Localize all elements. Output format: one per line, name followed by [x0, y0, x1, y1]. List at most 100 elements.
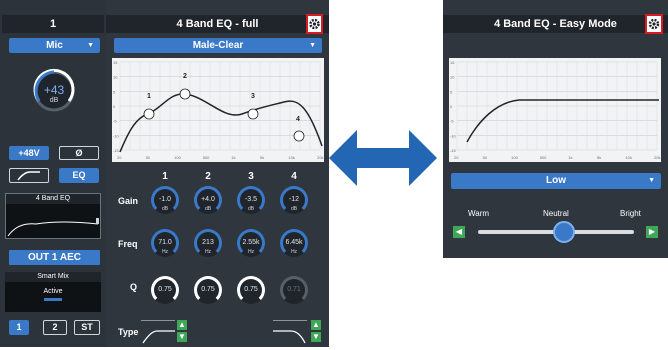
slider-thumb[interactable] — [552, 221, 575, 243]
phantom-power-button[interactable]: +48V — [9, 146, 49, 160]
band3-gain-value: -3.5 — [244, 196, 258, 203]
band1-freq-unit: Hz — [161, 249, 169, 255]
band1-gain-value: -1.0 — [158, 196, 172, 203]
band2-gain-knob[interactable]: +4.0 dB — [194, 186, 222, 214]
band2-q-value: 0.75 — [201, 286, 215, 293]
eq-band-number: 2 — [183, 73, 187, 80]
band3-gain-knob[interactable]: -3.5 dB — [237, 186, 265, 214]
x-tick-label: 10k — [625, 155, 631, 160]
band4-type-down[interactable]: ▼ — [311, 332, 321, 342]
band1-type-up[interactable]: ▲ — [177, 320, 187, 330]
band2-q-knob[interactable]: 0.75 — [194, 276, 222, 304]
smart-mix-box[interactable]: Smart Mix Active — [5, 272, 101, 312]
band4-q-knob[interactable]: 0.71 — [280, 276, 308, 304]
input-select[interactable]: Mic ▼ — [9, 38, 100, 53]
y-tick-label: 15 — [450, 60, 455, 65]
y-tick-label: -5 — [450, 119, 454, 124]
full-eq-settings-button[interactable] — [306, 14, 323, 34]
out-button[interactable]: OUT 1 AEC — [9, 250, 100, 265]
band1-q-knob[interactable]: 0.75 — [151, 276, 179, 304]
easy-mode-select[interactable]: Low ▼ — [451, 173, 661, 189]
low-shelf-icon — [142, 330, 175, 344]
easy-eq-settings-button[interactable] — [645, 14, 663, 34]
x-tick-label: 500 — [203, 155, 210, 160]
eq-band-number: 4 — [296, 116, 300, 123]
band1-type-down[interactable]: ▼ — [177, 332, 187, 342]
band1-q-value: 0.75 — [158, 286, 172, 293]
gear-icon — [309, 18, 320, 30]
x-tick-label: 20k — [317, 155, 323, 160]
chevron-down-icon: ▼ — [87, 42, 94, 49]
x-tick-label: 500 — [540, 155, 547, 160]
y-tick-label: 5 — [450, 89, 453, 94]
gain-row-label: Gain — [118, 196, 139, 206]
easy-mode-select-label: Low — [546, 175, 566, 186]
band4-gain-value: -12 — [288, 196, 300, 203]
x-tick-label: 5k — [260, 155, 264, 160]
hpf-button[interactable] — [9, 168, 49, 183]
bottom-button-st[interactable]: ST — [74, 320, 100, 335]
y-tick-label: 10 — [113, 75, 118, 80]
channel-title: 1 — [2, 15, 104, 33]
x-tick-label: 10k — [288, 155, 294, 160]
x-tick-label: 100 — [174, 155, 181, 160]
input-select-label: Mic — [46, 40, 63, 51]
eq-band-handle[interactable] — [247, 108, 259, 120]
band4-gain-knob[interactable]: -12 dB — [280, 186, 308, 214]
eq-button[interactable]: EQ — [59, 168, 99, 183]
y-tick-label: -15 — [450, 148, 457, 153]
band4-gain-unit: dB — [290, 206, 298, 212]
slider-label-bright: Bright — [620, 209, 641, 218]
phase-button[interactable]: Ø — [59, 146, 99, 160]
x-tick-label: 1k — [231, 155, 235, 160]
y-tick-label: -5 — [113, 119, 117, 124]
slider-step-right[interactable]: ▶ — [646, 226, 658, 238]
chevron-down-icon: ▼ — [309, 42, 316, 49]
gain-knob[interactable]: +43 dB — [31, 68, 77, 114]
eq-preview[interactable]: 4 Band EQ — [5, 193, 101, 239]
band4-type-preview — [273, 320, 307, 344]
double-arrow-icon — [329, 130, 437, 186]
slider-label-warm: Warm — [468, 209, 490, 218]
easy-eq-title: 4 Band EQ - Easy Mode — [443, 15, 668, 33]
gain-knob-unit: dB — [49, 97, 59, 104]
band-header-4: 4 — [291, 171, 297, 182]
band4-type-up[interactable]: ▲ — [311, 320, 321, 330]
eq-band-handle[interactable] — [143, 108, 155, 120]
band1-freq-value: 71.0 — [158, 239, 172, 246]
type-row-label: Type — [118, 327, 139, 337]
x-tick-label: 50 — [483, 155, 488, 160]
bottom-button-2[interactable]: 2 — [43, 320, 67, 335]
band4-freq-unit: Hz — [290, 249, 298, 255]
band4-q-value: 0.71 — [287, 286, 301, 293]
band3-freq-value: 2.55k — [242, 239, 260, 246]
eq-band-handle[interactable] — [293, 130, 305, 142]
band4-freq-knob[interactable]: 6.45k Hz — [280, 229, 308, 257]
band2-freq-knob[interactable]: 213 Hz — [194, 229, 222, 257]
smart-mix-status: Active — [43, 288, 63, 295]
eq-band-handle[interactable] — [179, 88, 191, 100]
y-tick-label: -10 — [113, 133, 120, 138]
band3-freq-knob[interactable]: 2.55k Hz — [237, 229, 265, 257]
band1-type-preview — [141, 320, 175, 344]
full-eq-graph-svg: 151050-5-10-1520 50 100 500 1k 5k 10k 20k1234 — [113, 60, 323, 160]
bottom-button-1[interactable]: 1 — [9, 320, 29, 335]
slider-label-neutral: Neutral — [543, 209, 569, 218]
band3-q-knob[interactable]: 0.75 — [237, 276, 265, 304]
x-tick-label: 1k — [568, 155, 572, 160]
band3-gain-unit: dB — [247, 206, 255, 212]
band1-gain-knob[interactable]: -1.0 dB — [151, 186, 179, 214]
y-tick-label: 15 — [113, 60, 118, 65]
smart-mix-title: Smart Mix — [5, 272, 101, 282]
easy-eq-graph: 15 10 5 0 -5 -10 -15 20 50 100 500 1k 5k 10k 20k — [449, 58, 661, 162]
gear-icon — [648, 18, 660, 30]
preset-select[interactable]: Male-Clear ▼ — [114, 38, 322, 53]
y-tick-label: -10 — [450, 133, 457, 138]
x-tick-label: 20 — [454, 155, 459, 160]
slider-step-left[interactable]: ◀ — [453, 226, 465, 238]
eq-band-number: 3 — [251, 93, 255, 100]
band1-freq-knob[interactable]: 71.0 Hz — [151, 229, 179, 257]
band-header-1: 1 — [162, 171, 168, 182]
eq-preview-curve — [7, 218, 99, 237]
full-eq-graph[interactable]: 15 10 5 0 -5 -10 -15 20 50 100 500 1k 5k 10k 20k 1 2 3 4 — [112, 58, 324, 162]
